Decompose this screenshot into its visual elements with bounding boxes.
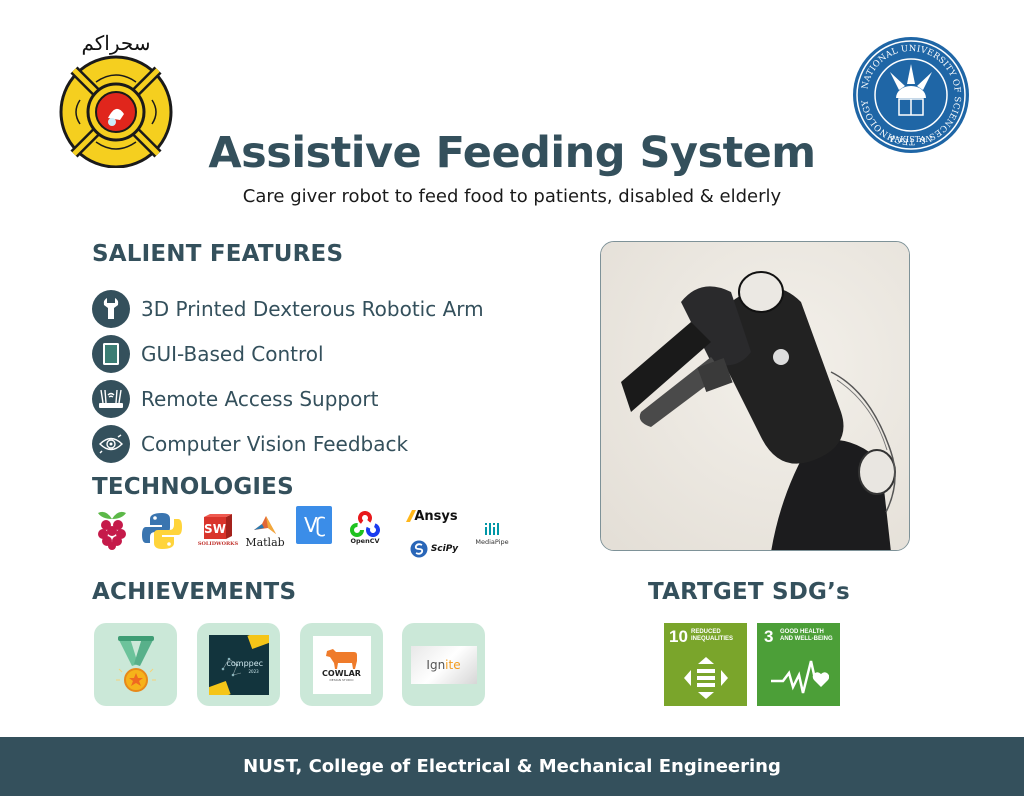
tech-mediapipe: MediaPipe: [470, 518, 514, 550]
crest-script-text: سحراكم: [81, 31, 150, 55]
page-subtitle: Care giver robot to feed food to patient…: [242, 186, 782, 207]
feature-item: 3D Printed Dexterous Robotic Arm: [92, 286, 484, 331]
feature-label: 3D Printed Dexterous Robotic Arm: [141, 296, 484, 321]
tech-vnc: Vʗ: [296, 506, 332, 544]
sdg-number: 3: [764, 627, 774, 646]
cow-icon: [325, 649, 357, 669]
matlab-caption: Matlab: [245, 535, 285, 549]
tech-matlab: Matlab: [242, 510, 288, 552]
sdg-title-line2: INEQUALITIES: [691, 636, 734, 642]
salient-features-heading: SALIENT FEATURES: [92, 241, 344, 267]
tech-scipy: SciPy: [406, 538, 462, 560]
feature-label: GUI-Based Control: [141, 341, 324, 366]
footer-bar: NUST, College of Electrical & Mechanical…: [0, 737, 1024, 796]
ignite-caption-b: ite: [445, 657, 461, 672]
comppec-caption: comppec: [226, 658, 264, 668]
feature-label: Remote Access Support: [141, 386, 379, 411]
feature-item: GUI-Based Control: [92, 331, 484, 376]
solidworks-caption: SOLIDWORKS: [197, 540, 239, 547]
cowlar-sub: DESIGN STUDIO: [329, 678, 354, 682]
wrench-icon: [92, 289, 130, 328]
solidworks-badge: SW: [204, 522, 226, 536]
sdg-number: 10: [669, 627, 688, 646]
feature-label: Computer Vision Feedback: [141, 431, 409, 456]
sdg-title-line1: REDUCED: [691, 629, 721, 635]
sdg-tile-10: 10 REDUCED INEQUALITIES: [664, 623, 747, 706]
features-list: 3D Printed Dexterous Robotic Arm GUI-Bas…: [92, 286, 484, 466]
ansys-caption: Ansys: [414, 508, 458, 524]
tech-solidworks: SW SOLIDWORKS: [196, 508, 240, 552]
solidworks-icon: SW: [204, 513, 232, 539]
tech-python: [142, 510, 182, 552]
matlab-icon: [254, 515, 276, 534]
vnc-icon: Vʗ: [304, 513, 326, 537]
raspberry-pi-icon: [98, 511, 126, 550]
technologies-heading: TECHNOLOGIES: [92, 474, 294, 500]
opencv-icon: [350, 511, 380, 537]
tech-raspberry-pi: [94, 508, 130, 552]
achievement-tile-comppec: comppec 2023: [197, 623, 280, 706]
feature-item: Remote Access Support: [92, 376, 484, 421]
ignite-logo: Ign ite: [410, 645, 477, 684]
tablet-icon: [92, 334, 130, 373]
cowlar-logo: COWLAR DESIGN STUDIO: [312, 635, 371, 694]
technologies-list: SW SOLIDWORKS Matlab Vʗ OpenCV Ansys Sci…: [92, 506, 522, 562]
achievement-tile-ignite: Ign ite: [402, 623, 485, 706]
ignite-caption-a: Ign: [426, 657, 446, 672]
scipy-icon: [410, 540, 428, 558]
python-icon: [142, 513, 182, 549]
achievement-tile-medal: [94, 623, 177, 706]
comppec-year: 2023: [248, 668, 259, 674]
tech-opencv: OpenCV: [346, 508, 384, 548]
feature-item: Computer Vision Feedback: [92, 421, 484, 466]
footer-text: NUST, College of Electrical & Mechanical…: [243, 756, 781, 777]
reduced-inequalities-icon: [684, 657, 728, 699]
heartbeat-icon: [771, 660, 829, 694]
sdg-title-line1: GOOD HEALTH: [780, 629, 824, 635]
sdg-tile-3: 3 GOOD HEALTH AND WELL-BEING: [757, 623, 840, 706]
mediapipe-caption: MediaPipe: [475, 538, 509, 546]
eye-scan-icon: [92, 424, 130, 463]
sdg-title-line2: AND WELL-BEING: [780, 636, 833, 642]
cowlar-caption: COWLAR: [322, 669, 361, 678]
achievement-tile-cowlar: COWLAR DESIGN STUDIO: [300, 623, 383, 706]
page-title: Assistive Feeding System: [208, 128, 816, 178]
router-icon: [92, 379, 130, 418]
mediapipe-icon: [485, 523, 499, 535]
medal-icon: [115, 635, 156, 692]
achievements-heading: ACHIEVEMENTS: [92, 579, 297, 605]
opencv-caption: OpenCV: [350, 537, 380, 545]
sdgs-heading: TARTGET SDG’s: [648, 579, 850, 605]
tech-ansys: Ansys: [402, 506, 462, 526]
robotic-arm-image: [601, 242, 909, 550]
scipy-caption: SciPy: [430, 544, 459, 554]
comppec-logo: comppec 2023: [208, 634, 269, 695]
robotic-arm-photo: [600, 241, 910, 551]
